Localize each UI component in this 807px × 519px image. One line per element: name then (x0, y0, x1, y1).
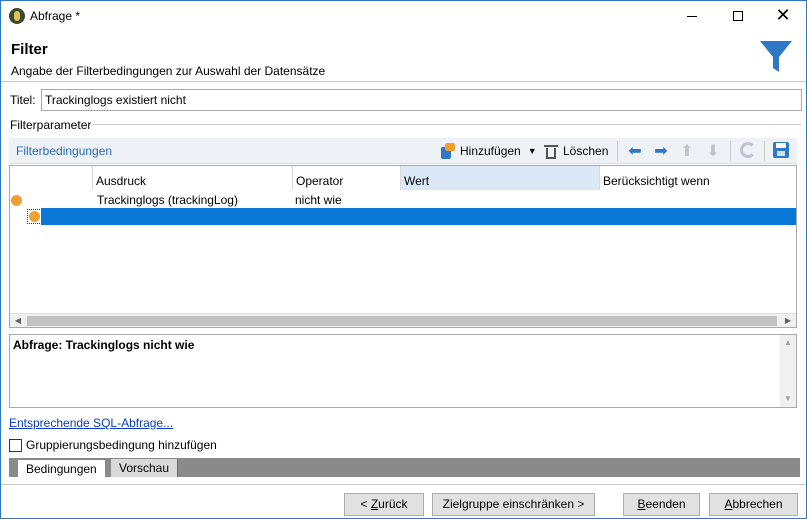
restrict-target-button[interactable]: Zielgruppe einschränken > (432, 493, 595, 516)
toolbar-separator (730, 141, 731, 161)
grouping-condition-label: Gruppierungsbedingung hinzufügen (26, 438, 217, 452)
chevron-down-icon[interactable]: ▼ (528, 146, 537, 156)
condition-dot-icon (29, 211, 40, 222)
selected-empty-row[interactable] (41, 208, 796, 225)
add-label: Hinzufügen (460, 144, 521, 158)
finish-label-rest: eenden (645, 497, 686, 511)
conditions-grid: Ausdruck Operator Wert Berücksichtigt we… (9, 165, 797, 328)
maximize-icon (733, 11, 743, 21)
conditions-toolbar: Filterbedingungen Hinzufügen ▼ Löschen ⬅… (9, 138, 797, 164)
header-divider (1, 81, 806, 82)
row-expression: Trackinglogs (trackingLog) (97, 193, 238, 207)
page-subtitle: Angabe der Filterbedingungen zur Auswahl… (11, 64, 326, 78)
grid-header: Ausdruck Operator Wert Berücksichtigt we… (10, 166, 796, 190)
refresh-icon[interactable] (740, 142, 756, 158)
toolbar-title: Filterbedingungen (16, 144, 113, 158)
column-header-operator[interactable]: Operator (292, 166, 400, 190)
delete-label: Löschen (563, 144, 609, 158)
page-title: Filter (11, 41, 48, 58)
sql-query-link[interactable]: Entsprechende SQL-Abfrage... (9, 416, 173, 430)
maximize-button[interactable] (715, 1, 761, 31)
scroll-down-icon[interactable]: ▼ (780, 391, 796, 407)
back-label-rest: urück (378, 497, 408, 511)
column-header-expression[interactable]: Ausdruck (92, 166, 292, 190)
query-description: Abfrage: Trackinglogs nicht wie (13, 338, 195, 352)
query-description-box: Abfrage: Trackinglogs nicht wie ▲ ▼ (9, 334, 797, 408)
close-icon: ✕ (775, 5, 791, 26)
grouping-condition-checkbox[interactable]: Gruppierungsbedingung hinzufügen (9, 438, 217, 452)
title-label: Titel: (10, 93, 36, 107)
finish-button[interactable]: Beenden (623, 493, 700, 516)
footer-divider (1, 484, 806, 485)
vertical-scrollbar[interactable]: ▲ ▼ (780, 335, 796, 407)
add-button[interactable]: Hinzufügen ▼ (439, 141, 537, 161)
cancel-button[interactable]: Abbrechen (709, 493, 798, 516)
close-button[interactable]: ✕ (760, 1, 806, 31)
title-input[interactable] (41, 89, 802, 111)
add-condition-icon (439, 143, 455, 159)
column-header-condition[interactable]: Berücksichtigt wenn (599, 166, 771, 190)
column-header-value[interactable]: Wert (400, 166, 599, 190)
filter-params-divider (93, 124, 801, 125)
arrow-up-icon[interactable]: ⬆ (678, 142, 696, 160)
scroll-left-icon[interactable]: ◀ (10, 314, 26, 327)
minimize-icon (687, 15, 697, 17)
scrollbar-thumb[interactable] (27, 316, 777, 326)
query-window: Abfrage * ✕ Filter Angabe der Filterbedi… (0, 0, 807, 519)
trash-icon (544, 143, 558, 159)
checkbox-box[interactable] (9, 438, 22, 452)
horizontal-scrollbar[interactable]: ◀ ▶ (10, 313, 796, 327)
toolbar-separator (764, 141, 765, 161)
scroll-right-icon[interactable]: ▶ (780, 314, 796, 327)
tab-conditions[interactable]: Bedingungen (17, 459, 106, 477)
filter-funnel-icon (760, 41, 792, 72)
toolbar-separator (617, 141, 618, 161)
arrow-down-icon[interactable]: ⬇ (704, 142, 722, 160)
tab-bar: Bedingungen Vorschau (9, 458, 800, 477)
app-icon (9, 8, 25, 24)
filter-params-label: Filterparameter (10, 118, 92, 132)
row-operator: nicht wie (295, 193, 342, 207)
scroll-up-icon[interactable]: ▲ (780, 335, 796, 351)
arrow-right-icon[interactable]: ➡ (652, 142, 670, 160)
arrow-left-icon[interactable]: ⬅ (626, 142, 644, 160)
table-row[interactable]: Trackinglogs (trackingLog) nicht wie (10, 192, 796, 209)
cancel-label-rest: bbrechen (732, 497, 783, 511)
condition-dot-icon (11, 195, 22, 206)
minimize-button[interactable] (669, 1, 715, 31)
back-button[interactable]: < Zurück (344, 493, 424, 516)
save-icon[interactable] (773, 142, 789, 158)
tab-preview[interactable]: Vorschau (111, 459, 179, 477)
window-title: Abfrage * (30, 9, 81, 23)
back-prefix: < (360, 497, 371, 511)
title-bar: Abfrage * ✕ (1, 1, 806, 31)
delete-button[interactable]: Löschen (544, 141, 608, 161)
